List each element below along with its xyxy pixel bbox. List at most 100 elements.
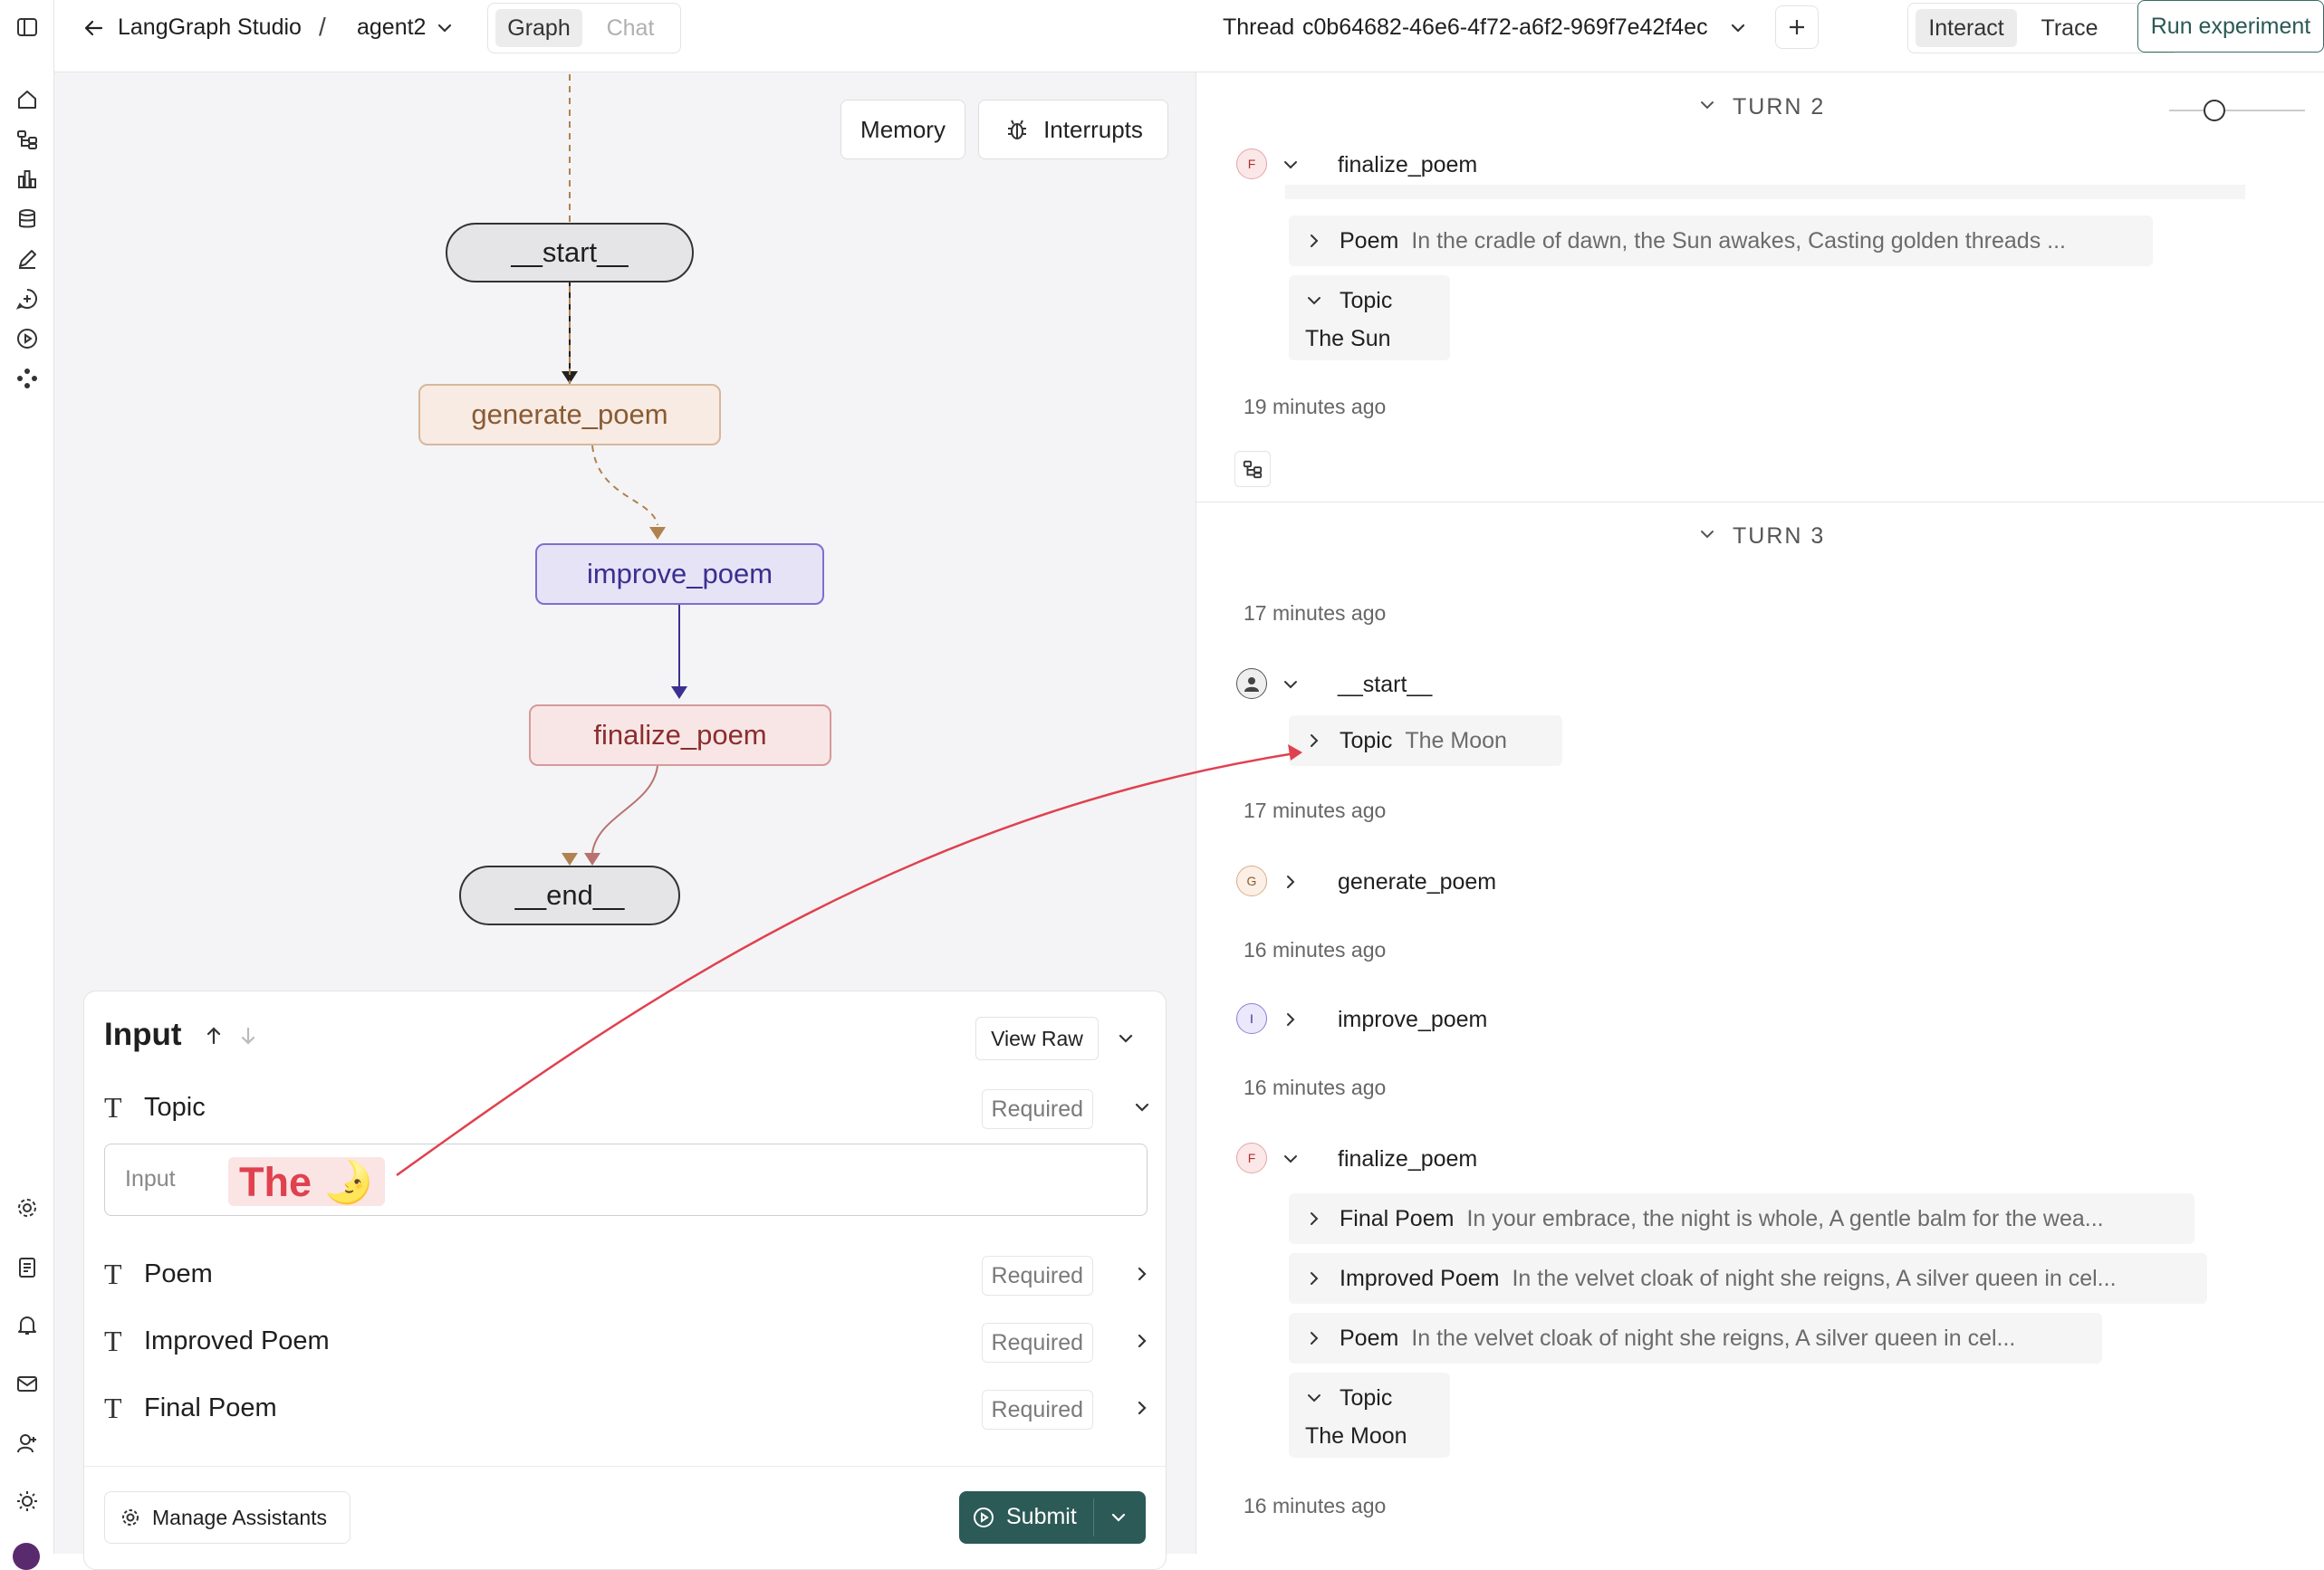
arrow-up-icon[interactable] — [202, 1024, 226, 1048]
manage-assistants-button[interactable]: Manage Assistants — [104, 1491, 351, 1544]
timestamp: 19 minutes ago — [1244, 395, 1387, 418]
timestamp: 17 minutes ago — [1244, 799, 1387, 822]
new-thread-button[interactable] — [1775, 5, 1819, 49]
agent-selector[interactable]: agent2 — [357, 14, 426, 41]
zoom-slider[interactable] — [2169, 100, 2305, 121]
icon-rail — [0, 0, 54, 1570]
row-value: The Moon — [1305, 1423, 1407, 1449]
manage-assistants-label: Manage Assistants — [152, 1505, 328, 1529]
pen-icon[interactable] — [7, 239, 47, 279]
user-icon — [1236, 668, 1267, 699]
row-key: Improved Poem — [1340, 1265, 1500, 1291]
node-name[interactable]: generate_poem — [1338, 869, 1496, 895]
node-end[interactable]: __end__ — [459, 866, 680, 925]
sidebar-toggle-icon[interactable] — [7, 7, 47, 47]
tab-chat[interactable]: Chat — [590, 9, 671, 47]
tab-interact[interactable]: Interact — [1916, 9, 2017, 47]
timestamp: 17 minutes ago — [1244, 601, 1387, 625]
row-key: Poem — [1340, 1325, 1399, 1351]
node-name[interactable]: improve_poem — [1338, 1007, 1487, 1033]
chevron-right-icon — [1311, 1212, 1319, 1225]
edge-generate-end-arrow — [562, 853, 578, 866]
gear-icon — [122, 1509, 139, 1526]
chevron-down-icon[interactable] — [1115, 1028, 1137, 1049]
row-value: The Moon — [1405, 727, 1507, 753]
avatar[interactable] — [13, 1543, 40, 1570]
sun-icon[interactable] — [7, 1481, 47, 1521]
final-poem-row[interactable]: Final Poem In your embrace, the night is… — [1289, 1193, 2194, 1244]
node-start[interactable]: __start__ — [446, 223, 694, 282]
view-raw-button[interactable]: View Raw — [975, 1017, 1099, 1060]
node-name[interactable]: finalize_poem — [1338, 152, 1477, 178]
chevron-right-icon[interactable] — [1131, 1330, 1153, 1352]
chevron-right-icon[interactable] — [1131, 1263, 1153, 1285]
topic-input[interactable]: Input The 🌛 — [104, 1144, 1148, 1216]
row-value: In the velvet cloak of night she reigns,… — [1411, 1325, 2016, 1351]
database-icon[interactable] — [7, 199, 47, 239]
mail-icon[interactable] — [7, 1364, 47, 1403]
topic-row-expanded[interactable]: Topic The Moon — [1289, 1373, 1450, 1458]
input-panel: Input View Raw T Topic Required Input Th… — [83, 991, 1167, 1570]
topic-row-expanded[interactable]: Topic The Sun — [1289, 275, 1450, 360]
chevron-right-icon — [1311, 235, 1319, 247]
timestamp: 16 minutes ago — [1244, 1076, 1387, 1099]
thread-id[interactable]: c0b64682-46e6-4f72-a6f2-969f7e42f4ec — [1302, 14, 1708, 41]
chevron-down-icon[interactable] — [1696, 94, 1718, 116]
chevron-down-icon[interactable] — [1280, 674, 1301, 695]
text-type-icon: T — [104, 1325, 122, 1357]
chevron-down-icon — [1308, 1394, 1320, 1402]
chevron-down-icon[interactable] — [1280, 1148, 1301, 1170]
timestamp: 16 minutes ago — [1244, 938, 1387, 962]
chevron-right-icon[interactable] — [1131, 1397, 1153, 1419]
graph-icon[interactable] — [7, 120, 47, 159]
run-experiment-button[interactable]: Run experiment — [2137, 0, 2324, 53]
home-icon[interactable] — [7, 80, 47, 120]
chevron-down-icon[interactable] — [1696, 523, 1718, 545]
chevron-down-icon — [1308, 297, 1320, 305]
field-final-poem[interactable]: T Final Poem Required — [104, 1386, 1155, 1433]
required-badge: Required — [981, 1256, 1093, 1296]
chevron-right-icon — [1311, 1272, 1319, 1285]
field-label: Final Poem — [144, 1393, 277, 1422]
arrow-down-icon[interactable] — [236, 1024, 260, 1048]
submit-button[interactable]: Submit — [959, 1491, 1146, 1544]
text-type-icon: T — [104, 1392, 122, 1424]
row-key: Poem — [1340, 227, 1399, 254]
field-label: Poem — [144, 1259, 213, 1288]
required-badge: Required — [981, 1323, 1093, 1363]
chevron-right-icon[interactable] — [1280, 871, 1301, 893]
node-name[interactable]: finalize_poem — [1338, 1146, 1477, 1173]
tab-graph[interactable]: Graph — [495, 9, 582, 47]
play-icon[interactable] — [7, 319, 47, 359]
chevron-right-icon[interactable] — [1280, 1009, 1301, 1030]
node-finalize-poem[interactable]: finalize_poem — [529, 704, 831, 766]
settings-icon[interactable] — [7, 1188, 47, 1228]
back-arrow-icon[interactable] — [80, 14, 107, 42]
poem-row[interactable]: Poem In the cradle of dawn, the Sun awak… — [1289, 215, 2153, 266]
nodes-icon[interactable] — [7, 359, 47, 398]
view-graph-button[interactable] — [1234, 451, 1271, 487]
breadcrumb-separator: / — [319, 13, 326, 41]
topic-row[interactable]: Topic The Moon — [1289, 715, 1562, 766]
bell-icon[interactable] — [7, 1306, 47, 1345]
chevron-down-icon[interactable] — [1280, 154, 1301, 176]
dashboard-icon[interactable] — [7, 159, 47, 199]
topic-input-placeholder: Input — [125, 1166, 176, 1192]
field-improved-poem[interactable]: T Improved Poem Required — [104, 1319, 1155, 1366]
chat-add-icon[interactable] — [7, 279, 47, 319]
chevron-down-icon[interactable] — [435, 18, 455, 38]
node-improve-poem[interactable]: improve_poem — [535, 543, 824, 605]
tab-trace[interactable]: Trace — [2024, 9, 2115, 47]
poem-row[interactable]: Poem In the velvet cloak of night she re… — [1289, 1313, 2102, 1364]
chevron-down-icon[interactable] — [1131, 1096, 1153, 1118]
avatar: G — [1236, 866, 1267, 896]
chevron-down-icon[interactable] — [1728, 18, 1748, 38]
node-generate-poem[interactable]: generate_poem — [418, 384, 721, 445]
studio-title[interactable]: LangGraph Studio — [118, 14, 302, 41]
field-poem[interactable]: T Poem Required — [104, 1252, 1155, 1299]
chevron-right-icon — [1311, 1332, 1319, 1345]
add-user-icon[interactable] — [7, 1423, 47, 1463]
node-name[interactable]: __start__ — [1338, 672, 1432, 698]
improved-poem-row[interactable]: Improved Poem In the velvet cloak of nig… — [1289, 1253, 2207, 1304]
document-icon[interactable] — [7, 1248, 47, 1288]
